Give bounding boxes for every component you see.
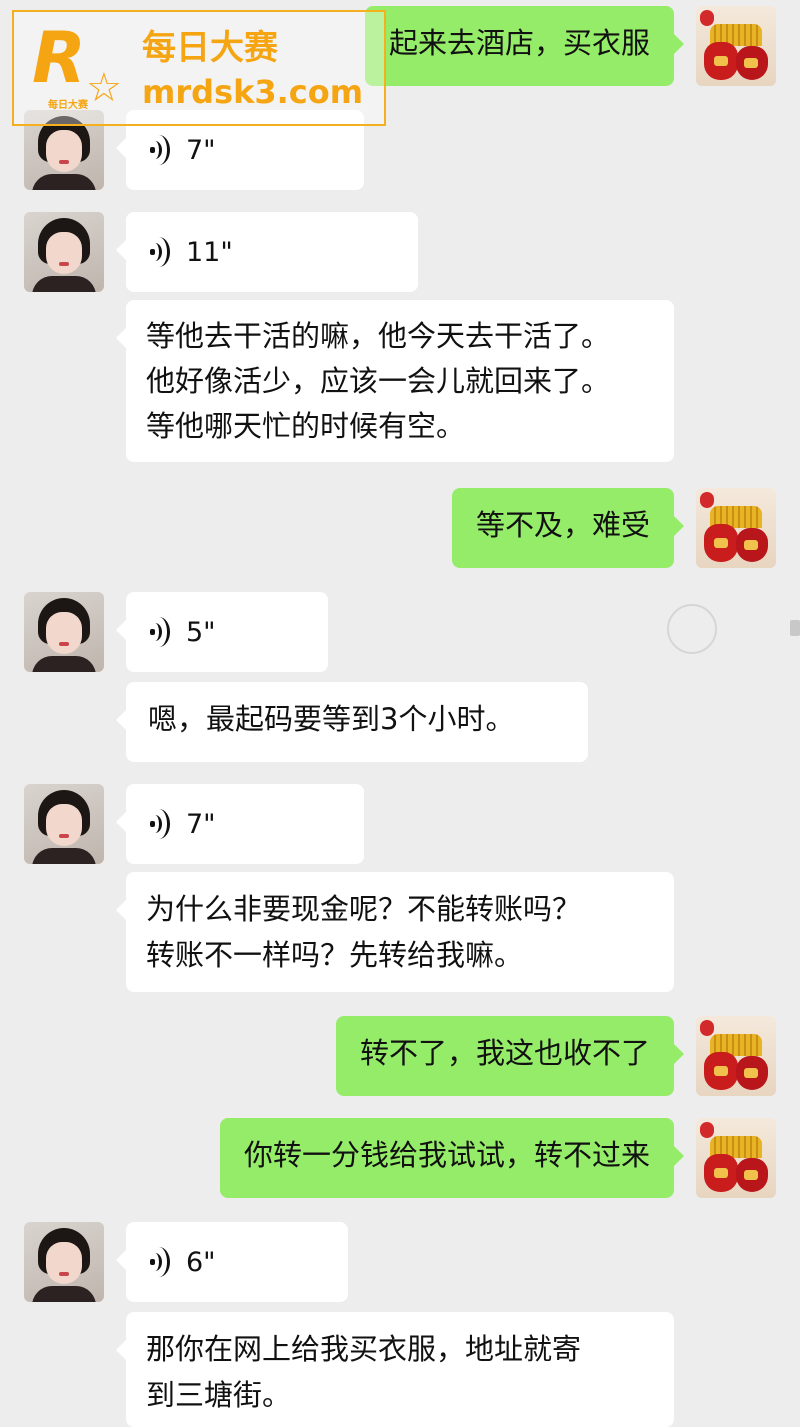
my-avatar[interactable] xyxy=(696,488,776,568)
avatar-lips xyxy=(59,160,69,164)
lantern-decoration xyxy=(700,10,714,26)
avatar-shirt xyxy=(32,656,96,672)
star-icon: ☆ xyxy=(86,65,122,111)
voice-message[interactable]: 11" xyxy=(116,212,418,292)
gold-decoration xyxy=(744,58,758,68)
voice-wave-icon xyxy=(148,237,174,267)
scrollbar-thumb[interactable] xyxy=(790,620,800,636)
avatar-face xyxy=(46,232,82,274)
voice-duration: 11" xyxy=(186,236,233,268)
message-text-line: 等他去干活的嘛，他今天去干活了。 xyxy=(146,319,611,353)
gold-decoration xyxy=(744,1068,758,1078)
voice-wave-icon xyxy=(148,1247,174,1277)
avatar-lips xyxy=(59,1272,69,1276)
message-text: 等不及，难受 xyxy=(475,508,650,542)
watermark: R ☆ 每日大赛 每日大赛 mrdsk3.com xyxy=(12,10,386,126)
message-text: 起来去酒店，买衣服 xyxy=(388,26,650,60)
voice-duration: 7" xyxy=(186,134,216,166)
message-text: 转不了，我这也收不了 xyxy=(359,1036,650,1070)
voice-wave-icon xyxy=(148,617,174,647)
voice-message[interactable]: 6" xyxy=(116,1222,348,1302)
avatar-shirt xyxy=(32,1286,96,1302)
avatar-lips xyxy=(59,262,69,266)
voice-wave-icon xyxy=(148,135,174,165)
avatar-shirt xyxy=(32,276,96,292)
message-text-line: 等他哪天忙的时候有空。 xyxy=(146,409,466,443)
avatar-shirt xyxy=(32,174,96,190)
watermark-url: mrdsk3.com xyxy=(142,73,364,111)
contact-avatar[interactable] xyxy=(24,592,104,672)
message-bubble-outgoing[interactable]: 你转一分钱给我试试，转不过来 xyxy=(219,1118,685,1198)
message-text-line: 他好像活少，应该一会儿就回来了。 xyxy=(146,364,611,398)
message-bubble-outgoing[interactable]: 等不及，难受 xyxy=(451,488,685,568)
message-bubble-outgoing[interactable]: 转不了，我这也收不了 xyxy=(335,1016,685,1096)
voice-message[interactable]: 7" xyxy=(116,784,364,864)
lantern-decoration xyxy=(700,1020,714,1036)
gold-decoration xyxy=(714,1168,728,1178)
watermark-title: 每日大赛 xyxy=(142,28,278,68)
watermark-logo-letter: R xyxy=(32,17,86,99)
message-bubble-incoming[interactable]: 为什么非要现金呢？不能转账吗？ 转账不一样吗？先转给我嘛。 xyxy=(116,872,674,992)
avatar-face xyxy=(46,612,82,654)
contact-avatar[interactable] xyxy=(24,784,104,864)
avatar-lips xyxy=(59,834,69,838)
avatar-face xyxy=(46,804,82,846)
contact-avatar[interactable] xyxy=(24,1222,104,1302)
gold-decoration xyxy=(744,540,758,550)
lantern-decoration xyxy=(700,1122,714,1138)
message-text-line: 为什么非要现金呢？不能转账吗？ xyxy=(146,892,582,926)
message-text-line: 那你在网上给我买衣服，地址就寄 xyxy=(146,1332,582,1366)
message-text-line: 到三塘街。 xyxy=(146,1378,292,1412)
gold-decoration xyxy=(714,538,728,548)
gold-decoration xyxy=(714,1066,728,1076)
message-text-line: 转账不一样吗？先转给我嘛。 xyxy=(146,938,524,972)
voice-wave-icon xyxy=(148,809,174,839)
my-avatar[interactable] xyxy=(696,1016,776,1096)
watermark-logo-sub: 每日大赛 xyxy=(48,100,88,111)
avatar-shirt xyxy=(32,848,96,864)
avatar-lips xyxy=(59,642,69,646)
message-text: 嗯，最起码要等到3个小时。 xyxy=(148,702,515,736)
voice-message[interactable]: 5" xyxy=(116,592,328,672)
gold-decoration xyxy=(744,1170,758,1180)
voice-duration: 6" xyxy=(186,1246,216,1278)
message-bubble-incoming[interactable]: 等他去干活的嘛，他今天去干活了。 他好像活少，应该一会儿就回来了。 等他哪天忙的… xyxy=(116,300,674,462)
message-text: 你转一分钱给我试试，转不过来 xyxy=(243,1138,650,1172)
contact-avatar[interactable] xyxy=(24,212,104,292)
gold-decoration xyxy=(714,56,728,66)
lantern-decoration xyxy=(700,492,714,508)
chat-window: 起来去酒店，买衣服 7" 11" 等他去干活的嘛，他今天去干活了。 他好像活少，… xyxy=(0,0,800,1427)
avatar-face xyxy=(46,1242,82,1284)
voice-duration: 5" xyxy=(186,616,216,648)
avatar-face xyxy=(46,130,82,172)
my-avatar[interactable] xyxy=(696,1118,776,1198)
message-bubble-incoming[interactable]: 嗯，最起码要等到3个小时。 xyxy=(116,682,588,762)
message-bubble-outgoing[interactable]: 起来去酒店，买衣服 xyxy=(364,6,685,86)
voice-duration: 7" xyxy=(186,808,216,840)
message-bubble-incoming[interactable]: 那你在网上给我买衣服，地址就寄 到三塘街。 xyxy=(116,1312,674,1427)
scroll-indicator[interactable] xyxy=(667,604,717,654)
my-avatar[interactable] xyxy=(696,6,776,86)
